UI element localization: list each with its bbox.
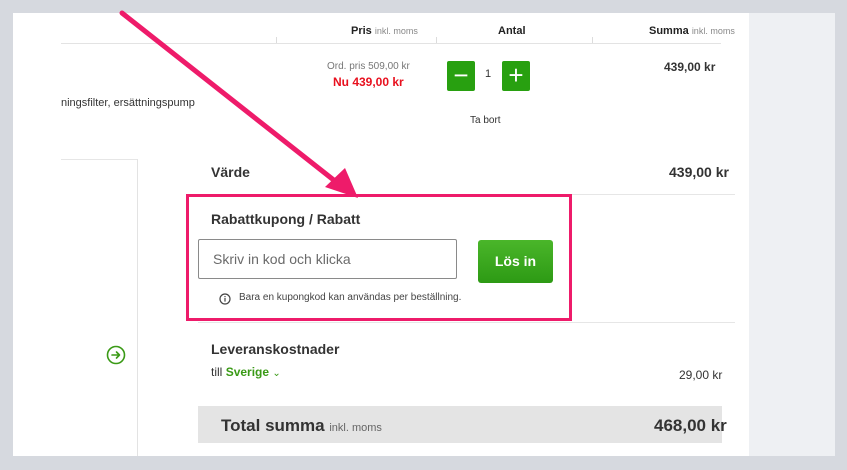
annotation-arrow: [119, 10, 358, 198]
